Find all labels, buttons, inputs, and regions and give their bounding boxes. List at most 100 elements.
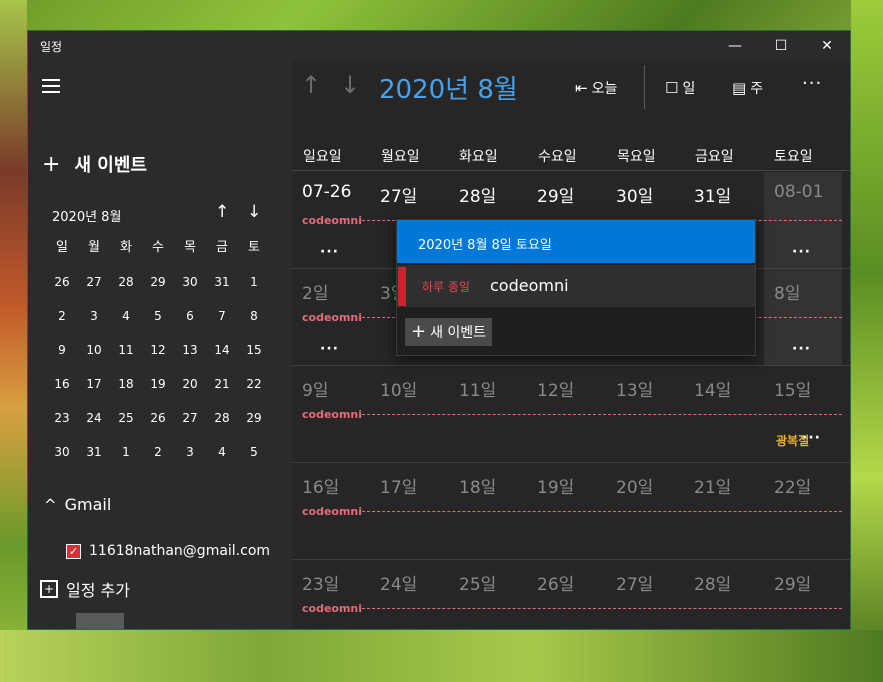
mini-day[interactable]: 17 (78, 367, 110, 401)
mini-day[interactable]: 3 (174, 435, 206, 469)
day-cell[interactable]: 25일 (449, 560, 527, 629)
mini-day[interactable]: 27 (174, 401, 206, 435)
mini-day[interactable]: 21 (206, 367, 238, 401)
mini-weekday: 일 (56, 240, 68, 255)
mini-day[interactable]: 26 (46, 265, 78, 299)
day-cell[interactable]: 24일 (370, 560, 448, 629)
more-events-dots[interactable]: ··· (792, 341, 811, 357)
mini-day[interactable]: 22 (238, 367, 270, 401)
month-title[interactable]: 2020년 8월 (379, 69, 518, 106)
mini-day[interactable]: 16 (46, 367, 78, 401)
minimize-button[interactable]: — (712, 31, 758, 61)
new-event-button[interactable]: + 새 이벤트 (42, 151, 147, 177)
day-cell[interactable]: 26일 (527, 560, 605, 629)
flyout-event-item[interactable]: 하루 종일 codeomni (397, 265, 755, 307)
people-icon[interactable]: ⚇ (124, 613, 172, 629)
day-view-button[interactable]: ☐ 일 (665, 78, 695, 98)
today-button[interactable]: ⇤ 오늘 (575, 78, 617, 98)
next-month-arrow-icon[interactable]: ↓ (340, 71, 360, 99)
mini-day[interactable]: 4 (110, 299, 142, 333)
day-number: 19일 (537, 478, 575, 498)
mini-day[interactable]: 23 (46, 401, 78, 435)
add-calendar-button[interactable]: + 일정 추가 (40, 577, 130, 601)
mini-prev-month-arrow-icon[interactable]: ↑ (215, 202, 229, 222)
maximize-button[interactable]: ☐ (758, 31, 804, 61)
mini-day[interactable]: 30 (174, 265, 206, 299)
more-events-dots[interactable]: ··· (320, 244, 339, 260)
mini-day[interactable]: 4 (206, 435, 238, 469)
close-button[interactable]: ✕ (804, 31, 850, 61)
mini-day[interactable]: 13 (174, 333, 206, 367)
event-span-line (362, 511, 842, 512)
mini-week-row: 9 10 11 12 13 14 15 (46, 333, 286, 367)
settings-gear-icon[interactable]: ⚙ (244, 613, 292, 629)
mini-day[interactable]: 20 (174, 367, 206, 401)
mini-day[interactable]: 29 (238, 401, 270, 435)
event-label[interactable]: codeomni (302, 311, 362, 324)
mini-day[interactable]: 27 (78, 265, 110, 299)
day-number: 10일 (380, 381, 418, 401)
mini-day[interactable]: 11 (110, 333, 142, 367)
mini-day[interactable]: 7 (206, 299, 238, 333)
account-calendar-item[interactable]: ✓ 11618nathan@gmail.com (66, 543, 270, 559)
day-cell[interactable]: 23일 (292, 560, 370, 629)
mini-day[interactable]: 9 (46, 333, 78, 367)
mini-day[interactable]: 2 (142, 435, 174, 469)
mini-day[interactable]: 31 (78, 435, 110, 469)
mini-day[interactable]: 28 (206, 401, 238, 435)
account-group-toggle[interactable]: ^ Gmail (44, 495, 111, 514)
day-number: 27일 (616, 575, 654, 595)
day-number: 8일 (774, 284, 801, 304)
event-label[interactable]: codeomni (302, 505, 362, 518)
day-cell[interactable]: 29일 (764, 560, 842, 629)
add-calendar-label: 일정 추가 (66, 581, 130, 600)
mini-day[interactable]: 1 (110, 435, 142, 469)
todo-icon[interactable]: ✔ (172, 613, 220, 629)
new-event-label: 새 이벤트 (74, 155, 147, 176)
day-cell[interactable]: 27일 (606, 560, 684, 629)
mini-calendar-month[interactable]: 2020년 8월 (52, 206, 121, 225)
checkbox-checked-icon[interactable]: ✓ (66, 543, 81, 559)
more-events-dots[interactable]: ··· (802, 430, 821, 446)
more-options-icon[interactable]: ··· (802, 73, 822, 94)
mini-day[interactable]: 6 (174, 299, 206, 333)
mini-day[interactable]: 19 (142, 367, 174, 401)
event-span-line (362, 414, 842, 415)
mini-day[interactable]: 28 (110, 265, 142, 299)
mini-day[interactable]: 18 (110, 367, 142, 401)
day-cell[interactable]: 28일 (684, 560, 762, 629)
mini-day[interactable]: 5 (238, 435, 270, 469)
more-events-dots[interactable]: ··· (792, 244, 811, 260)
prev-month-arrow-icon[interactable]: ↑ (301, 71, 321, 99)
event-label[interactable]: codeomni (302, 602, 362, 615)
mini-day[interactable]: 29 (142, 265, 174, 299)
mini-day[interactable]: 14 (206, 333, 238, 367)
weekday-label: 일요일 (303, 149, 342, 165)
event-label[interactable]: codeomni (302, 408, 362, 421)
mini-day[interactable]: 30 (46, 435, 78, 469)
event-label[interactable]: codeomni (302, 214, 362, 227)
calendar-icon[interactable]: ▦ (76, 613, 124, 629)
title-bar[interactable]: 일정 codeomni.tistory — ☐ ✕ (28, 31, 850, 61)
mini-day[interactable]: 5 (142, 299, 174, 333)
weekday-label: 수요일 (538, 149, 577, 165)
mini-day[interactable]: 12 (142, 333, 174, 367)
mini-day[interactable]: 8 (238, 299, 270, 333)
mini-next-month-arrow-icon[interactable]: ↓ (247, 202, 261, 222)
week-view-button[interactable]: ▤ 주 (732, 78, 763, 98)
mini-day[interactable]: 15 (238, 333, 270, 367)
mini-day[interactable]: 31 (206, 265, 238, 299)
mini-day[interactable]: 10 (78, 333, 110, 367)
mini-day[interactable]: 26 (142, 401, 174, 435)
mini-day[interactable]: 25 (110, 401, 142, 435)
mini-day[interactable]: 24 (78, 401, 110, 435)
mini-weekday: 월 (88, 240, 100, 255)
hamburger-menu-icon[interactable] (42, 79, 60, 97)
more-events-dots[interactable]: ··· (320, 341, 339, 357)
mini-day[interactable]: 3 (78, 299, 110, 333)
mail-icon[interactable]: ✉ (28, 613, 76, 629)
mini-day[interactable]: 1 (238, 265, 270, 299)
flyout-new-event-button[interactable]: + 새 이벤트 (405, 318, 493, 346)
flyout-new-event-label: 새 이벤트 (430, 325, 487, 341)
mini-day[interactable]: 2 (46, 299, 78, 333)
